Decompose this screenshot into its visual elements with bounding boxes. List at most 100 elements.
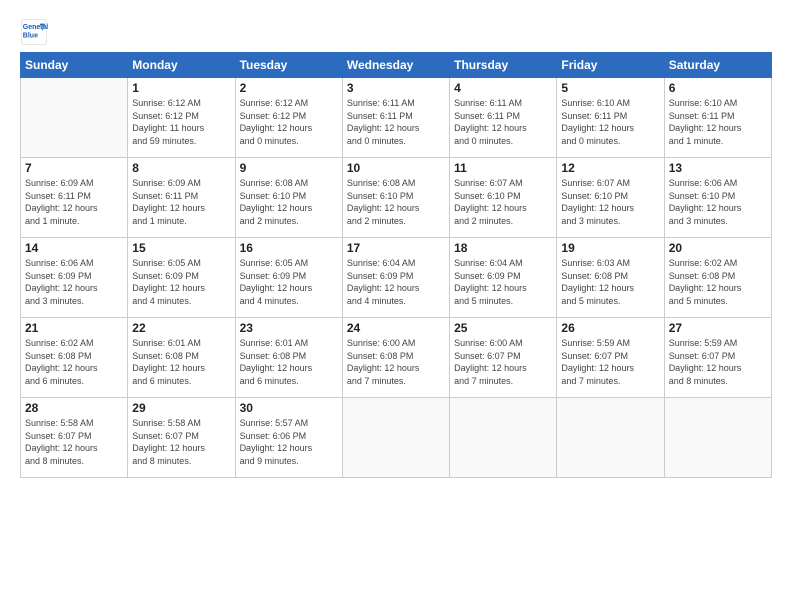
day-info: Sunrise: 6:03 AMSunset: 6:08 PMDaylight:… <box>561 257 659 307</box>
calendar-cell: 17 Sunrise: 6:04 AMSunset: 6:09 PMDayligh… <box>342 238 449 318</box>
day-number: 15 <box>132 241 230 255</box>
calendar-week-0: 1 Sunrise: 6:12 AMSunset: 6:12 PMDaylight… <box>21 78 772 158</box>
calendar-cell: 9 Sunrise: 6:08 AMSunset: 6:10 PMDaylight… <box>235 158 342 238</box>
calendar-week-3: 21 Sunrise: 6:02 AMSunset: 6:08 PMDayligh… <box>21 318 772 398</box>
calendar-header-row: SundayMondayTuesdayWednesdayThursdayFrid… <box>21 53 772 78</box>
day-info: Sunrise: 6:01 AMSunset: 6:08 PMDaylight:… <box>132 337 230 387</box>
day-number: 16 <box>240 241 338 255</box>
calendar-cell: 14Sunrise: 6:06 AMSunset: 6:09 PMDayligh… <box>21 238 128 318</box>
calendar-cell: 22 Sunrise: 6:01 AMSunset: 6:08 PMDayligh… <box>128 318 235 398</box>
calendar-cell: 20 Sunrise: 6:02 AMSunset: 6:08 PMDayligh… <box>664 238 771 318</box>
day-info: Sunrise: 6:05 AMSunset: 6:09 PMDaylight:… <box>240 257 338 307</box>
day-number: 2 <box>240 81 338 95</box>
calendar-cell: 18 Sunrise: 6:04 AMSunset: 6:09 PMDayligh… <box>450 238 557 318</box>
day-number: 13 <box>669 161 767 175</box>
calendar-cell: 2 Sunrise: 6:12 AMSunset: 6:12 PMDaylight… <box>235 78 342 158</box>
calendar-cell: 3Sunrise: 6:11 AMSunset: 6:11 PMDaylight… <box>342 78 449 158</box>
day-info: Sunrise: 5:59 AMSunset: 6:07 PMDaylight:… <box>561 337 659 387</box>
day-info: Sunrise: 6:01 AMSunset: 6:08 PMDaylight:… <box>240 337 338 387</box>
day-number: 12 <box>561 161 659 175</box>
day-info: Sunrise: 6:07 AMSunset: 6:10 PMDaylight:… <box>454 177 552 227</box>
day-info: Sunrise: 6:12 AMSunset: 6:12 PMDaylight:… <box>240 97 338 147</box>
day-number: 10 <box>347 161 445 175</box>
day-number: 18 <box>454 241 552 255</box>
day-number: 9 <box>240 161 338 175</box>
day-number: 23 <box>240 321 338 335</box>
day-info: Sunrise: 6:02 AMSunset: 6:08 PMDaylight:… <box>669 257 767 307</box>
day-info: Sunrise: 6:04 AMSunset: 6:09 PMDaylight:… <box>347 257 445 307</box>
calendar-cell: 16 Sunrise: 6:05 AMSunset: 6:09 PMDayligh… <box>235 238 342 318</box>
calendar-cell: 26 Sunrise: 5:59 AMSunset: 6:07 PMDayligh… <box>557 318 664 398</box>
day-info: Sunrise: 6:10 AMSunset: 6:11 PMDaylight:… <box>561 97 659 147</box>
calendar-header-friday: Friday <box>557 53 664 78</box>
day-number: 8 <box>132 161 230 175</box>
day-number: 17 <box>347 241 445 255</box>
page: General Blue SundayMondayTuesdayWednesda… <box>0 0 792 612</box>
day-info: Sunrise: 6:11 AMSunset: 6:11 PMDaylight:… <box>347 97 445 147</box>
calendar-cell: 5 Sunrise: 6:10 AMSunset: 6:11 PMDaylight… <box>557 78 664 158</box>
day-info: Sunrise: 6:08 AMSunset: 6:10 PMDaylight:… <box>240 177 338 227</box>
day-number: 11 <box>454 161 552 175</box>
day-number: 5 <box>561 81 659 95</box>
day-info: Sunrise: 6:11 AMSunset: 6:11 PMDaylight:… <box>454 97 552 147</box>
day-number: 24 <box>347 321 445 335</box>
day-number: 27 <box>669 321 767 335</box>
calendar-week-4: 28 Sunrise: 5:58 AMSunset: 6:07 PMDayligh… <box>21 398 772 478</box>
calendar-cell: 29Sunrise: 5:58 AMSunset: 6:07 PMDayligh… <box>128 398 235 478</box>
calendar-cell: 6Sunrise: 6:10 AMSunset: 6:11 PMDaylight… <box>664 78 771 158</box>
day-info: Sunrise: 6:04 AMSunset: 6:09 PMDaylight:… <box>454 257 552 307</box>
day-number: 7 <box>25 161 123 175</box>
day-number: 26 <box>561 321 659 335</box>
day-number: 29 <box>132 401 230 415</box>
day-info: Sunrise: 5:59 AMSunset: 6:07 PMDaylight:… <box>669 337 767 387</box>
day-info: Sunrise: 6:02 AMSunset: 6:08 PMDaylight:… <box>25 337 123 387</box>
day-number: 14 <box>25 241 123 255</box>
day-number: 25 <box>454 321 552 335</box>
calendar-cell: 13Sunrise: 6:06 AMSunset: 6:10 PMDayligh… <box>664 158 771 238</box>
day-info: Sunrise: 6:05 AMSunset: 6:09 PMDaylight:… <box>132 257 230 307</box>
day-info: Sunrise: 6:00 AMSunset: 6:08 PMDaylight:… <box>347 337 445 387</box>
day-info: Sunrise: 6:07 AMSunset: 6:10 PMDaylight:… <box>561 177 659 227</box>
day-number: 1 <box>132 81 230 95</box>
day-info: Sunrise: 6:12 AMSunset: 6:12 PMDaylight:… <box>132 97 230 147</box>
calendar-cell: 19 Sunrise: 6:03 AMSunset: 6:08 PMDayligh… <box>557 238 664 318</box>
calendar-header-monday: Monday <box>128 53 235 78</box>
calendar-cell: 12 Sunrise: 6:07 AMSunset: 6:10 PMDayligh… <box>557 158 664 238</box>
calendar-cell <box>21 78 128 158</box>
calendar-cell: 10Sunrise: 6:08 AMSunset: 6:10 PMDayligh… <box>342 158 449 238</box>
svg-text:Blue: Blue <box>23 33 38 40</box>
calendar-cell: 30Sunrise: 5:57 AMSunset: 6:06 PMDayligh… <box>235 398 342 478</box>
logo-icon: General Blue <box>20 18 48 46</box>
day-number: 19 <box>561 241 659 255</box>
day-number: 22 <box>132 321 230 335</box>
calendar-cell: 4 Sunrise: 6:11 AMSunset: 6:11 PMDaylight… <box>450 78 557 158</box>
calendar-header-tuesday: Tuesday <box>235 53 342 78</box>
calendar-cell: 7 Sunrise: 6:09 AMSunset: 6:11 PMDaylight… <box>21 158 128 238</box>
day-number: 21 <box>25 321 123 335</box>
day-number: 4 <box>454 81 552 95</box>
calendar-header-sunday: Sunday <box>21 53 128 78</box>
calendar: SundayMondayTuesdayWednesdayThursdayFrid… <box>20 52 772 478</box>
day-info: Sunrise: 6:10 AMSunset: 6:11 PMDaylight:… <box>669 97 767 147</box>
day-info: Sunrise: 6:09 AMSunset: 6:11 PMDaylight:… <box>25 177 123 227</box>
calendar-header-wednesday: Wednesday <box>342 53 449 78</box>
calendar-cell: 25 Sunrise: 6:00 AMSunset: 6:07 PMDayligh… <box>450 318 557 398</box>
calendar-cell <box>342 398 449 478</box>
calendar-week-2: 14Sunrise: 6:06 AMSunset: 6:09 PMDayligh… <box>21 238 772 318</box>
calendar-cell: 15 Sunrise: 6:05 AMSunset: 6:09 PMDayligh… <box>128 238 235 318</box>
calendar-cell: 21 Sunrise: 6:02 AMSunset: 6:08 PMDayligh… <box>21 318 128 398</box>
day-info: Sunrise: 5:58 AMSunset: 6:07 PMDaylight:… <box>25 417 123 467</box>
calendar-cell: 8Sunrise: 6:09 AMSunset: 6:11 PMDaylight… <box>128 158 235 238</box>
calendar-week-1: 7 Sunrise: 6:09 AMSunset: 6:11 PMDaylight… <box>21 158 772 238</box>
day-number: 30 <box>240 401 338 415</box>
calendar-header-saturday: Saturday <box>664 53 771 78</box>
calendar-header-thursday: Thursday <box>450 53 557 78</box>
calendar-cell <box>557 398 664 478</box>
day-number: 20 <box>669 241 767 255</box>
calendar-cell: 27 Sunrise: 5:59 AMSunset: 6:07 PMDayligh… <box>664 318 771 398</box>
calendar-cell: 11 Sunrise: 6:07 AMSunset: 6:10 PMDayligh… <box>450 158 557 238</box>
day-info: Sunrise: 6:00 AMSunset: 6:07 PMDaylight:… <box>454 337 552 387</box>
calendar-cell: 28 Sunrise: 5:58 AMSunset: 6:07 PMDayligh… <box>21 398 128 478</box>
day-number: 28 <box>25 401 123 415</box>
logo: General Blue <box>20 18 52 46</box>
